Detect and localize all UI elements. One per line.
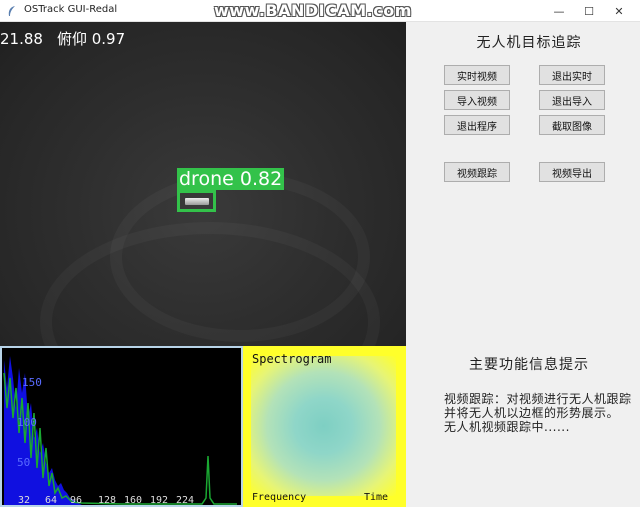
attitude-readout: 21.88 俯仰 0.97 — [0, 28, 139, 49]
y-tick: 100 — [17, 416, 37, 429]
histogram-fill — [4, 356, 82, 505]
spectrogram-pattern — [251, 356, 396, 496]
x-tick: 32 — [18, 495, 30, 505]
bandicam-watermark: www.BANDICAM.com — [214, 1, 412, 20]
window-title: OSTrack GUI-Redal — [24, 4, 118, 15]
capture-image-button[interactable]: 截取图像 — [539, 115, 605, 135]
info-line: 无人机视频跟踪中...... — [444, 420, 570, 434]
yaw-value: 21.88 — [0, 30, 43, 48]
video-export-button[interactable]: 视频导出 — [539, 162, 605, 182]
drone-target — [185, 198, 209, 205]
spectrogram-y-label: Time — [364, 492, 389, 503]
close-button[interactable]: ✕ — [604, 0, 634, 22]
spectrogram-pane: Spectrogram Frequency Time — [243, 346, 406, 507]
app-feather-icon — [8, 6, 15, 16]
realtime-video-button[interactable]: 实时视频 — [444, 65, 510, 85]
x-tick: 64 — [45, 495, 57, 505]
spectrogram-title: Spectrogram — [252, 352, 332, 366]
info-title: 主要功能信息提示 — [469, 357, 589, 373]
spectrogram-x-label: Frequency — [252, 492, 307, 503]
exit-realtime-button[interactable]: 退出实时 — [539, 65, 605, 85]
maximize-button[interactable]: ☐ — [574, 0, 604, 22]
title-bar: OSTrack GUI-Redal www.BANDICAM.com — ☐ ✕ — [0, 0, 640, 22]
histogram-pane: 150 100 50 32 64 96 128 160 192 224 — [0, 346, 243, 507]
x-tick: 128 — [98, 495, 116, 505]
minimize-button[interactable]: — — [544, 0, 574, 22]
pitch-value: 俯仰 0.97 — [56, 30, 126, 48]
y-tick: 50 — [17, 456, 30, 469]
import-video-button[interactable]: 导入视频 — [444, 90, 510, 110]
app-window: OSTrack GUI-Redal www.BANDICAM.com — ☐ ✕… — [0, 0, 640, 507]
detection-box — [177, 190, 216, 212]
detection-label: drone 0.82 — [177, 168, 285, 190]
info-line: 视频跟踪：对视频进行无人机跟踪 — [444, 392, 632, 406]
exit-import-button[interactable]: 退出导入 — [539, 90, 605, 110]
video-tracking-button[interactable]: 视频跟踪 — [444, 162, 510, 182]
exit-program-button[interactable]: 退出程序 — [444, 115, 510, 135]
x-tick: 192 — [150, 495, 168, 505]
panel-title: 无人机目标追踪 — [476, 35, 582, 51]
info-message: 视频跟踪：对视频进行无人机跟踪 并将无人机以边框的形势展示。 无人机视频跟踪中.… — [444, 392, 640, 434]
info-line: 并将无人机以边框的形势展示。 — [444, 406, 620, 420]
y-tick: 150 — [22, 376, 42, 389]
x-tick: 160 — [124, 495, 142, 505]
x-tick: 224 — [176, 495, 194, 505]
histogram-plot: 150 100 50 32 64 96 128 160 192 224 — [3, 356, 237, 505]
x-tick: 96 — [70, 495, 82, 505]
video-feed: 21.88 俯仰 0.97 drone 0.82 — [0, 22, 406, 346]
